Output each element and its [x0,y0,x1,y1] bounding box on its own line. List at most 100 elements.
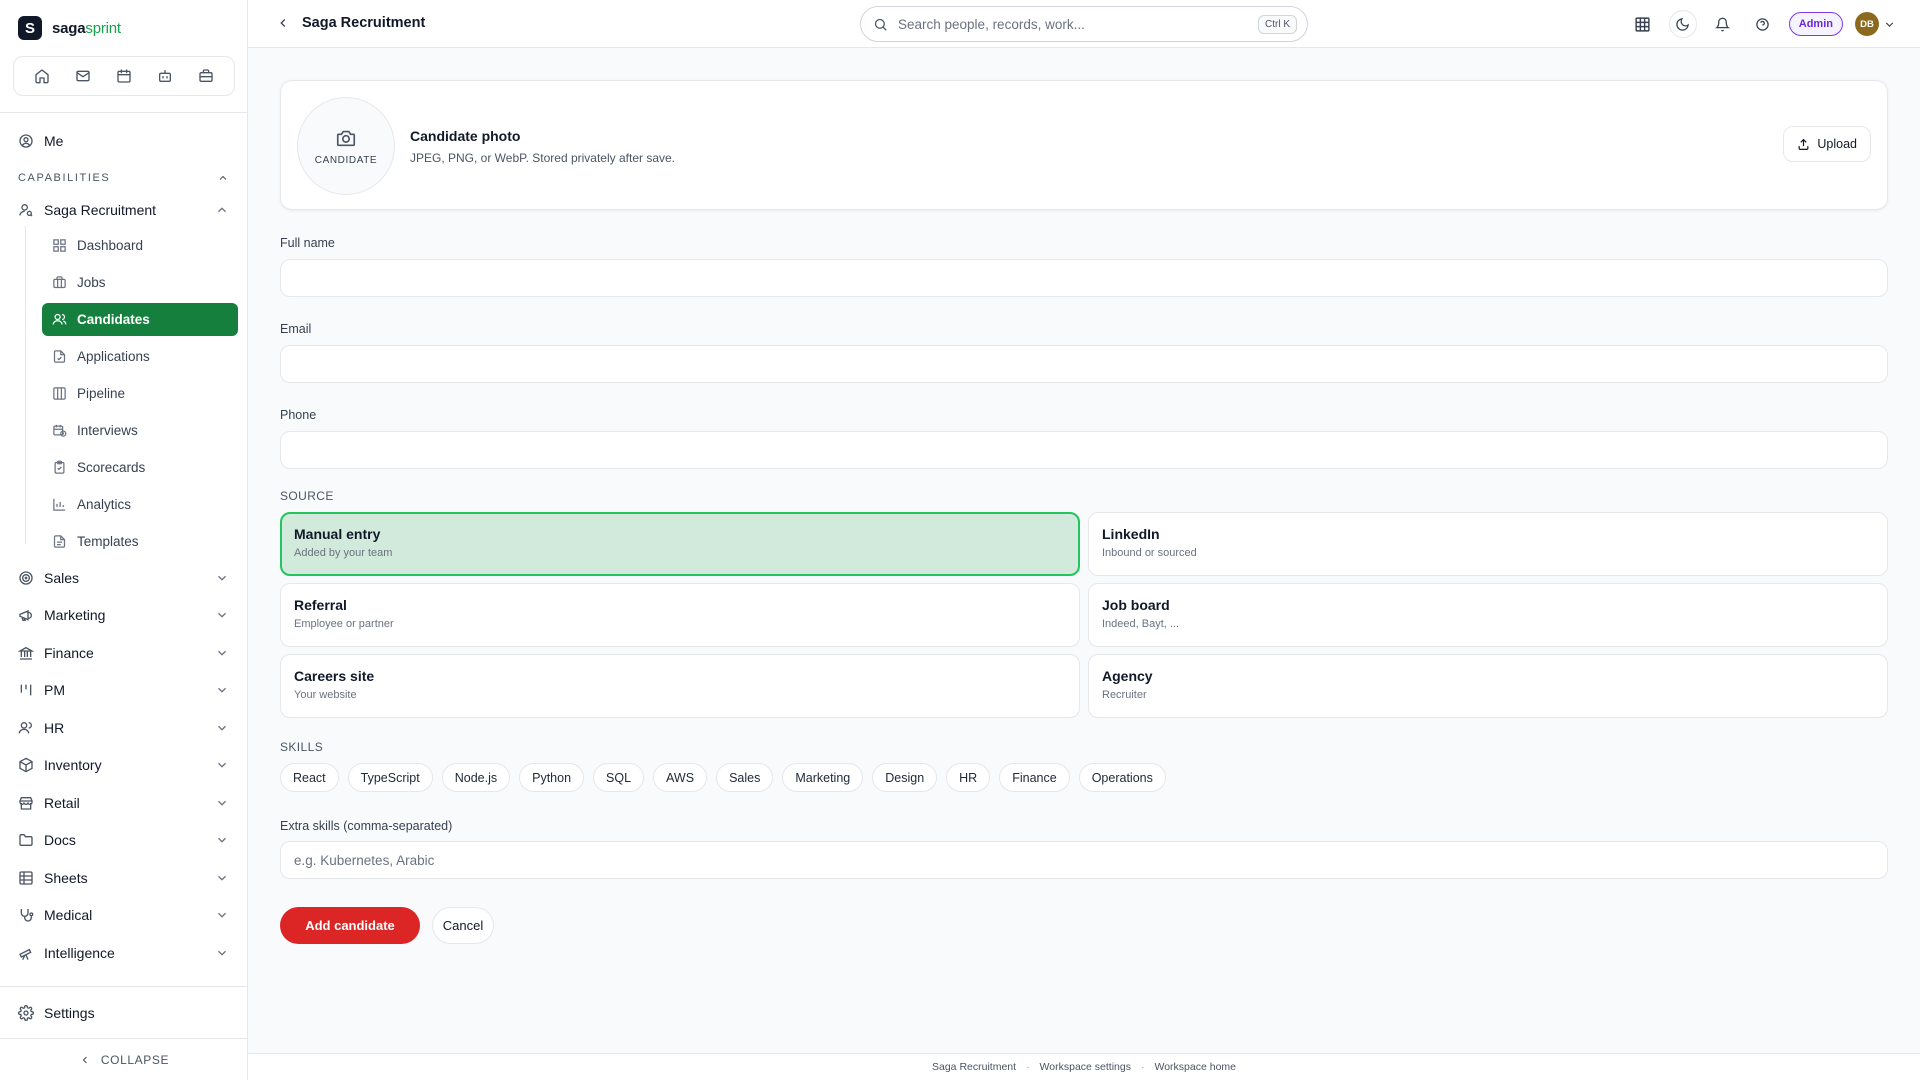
chevron-left-icon[interactable] [276,16,290,30]
subnav-applications[interactable]: Applications [42,340,238,373]
skill-chip[interactable]: Marketing [782,763,864,792]
nav-settings-label: Settings [44,1005,95,1021]
clipboard-icon [54,460,65,474]
nav-pm[interactable]: PM [18,676,229,704]
subnav-pipeline[interactable]: Pipeline [42,377,238,410]
skill-chip[interactable]: AWS [653,763,708,792]
nav-inventory[interactable]: Inventory [18,751,229,779]
subnav-candidates[interactable]: Candidates [42,303,238,336]
nav-saga-recruitment[interactable]: Saga Recruitment [18,196,229,224]
search-shortcut: Ctrl K [1258,14,1297,34]
user-menu[interactable]: DB [1855,12,1896,36]
folder-icon [19,834,33,846]
phone-field[interactable] [280,431,1888,469]
skill-chip[interactable]: Sales [716,763,774,792]
subnav-analytics[interactable]: Analytics [42,488,238,521]
nav-hr[interactable]: HR [18,714,229,742]
package-icon [19,757,33,773]
nav-sales[interactable]: Sales [18,564,229,592]
full-name-field[interactable] [280,259,1888,297]
upload-button[interactable]: Upload [1783,126,1871,162]
skill-chip[interactable]: Operations [1078,763,1166,792]
capabilities-header[interactable]: CAPABILITIES [18,170,229,186]
skill-chip[interactable]: SQL [593,763,645,792]
nav-intelligence[interactable]: Intelligence [18,939,229,967]
subnav-jobs[interactable]: Jobs [42,266,238,299]
nav-marketing[interactable]: Marketing [18,601,229,629]
nav-me[interactable]: Me [18,127,229,155]
nav-label: Intelligence [44,945,115,961]
source-title: Careers site [294,668,375,684]
subnav-templates[interactable]: Templates [42,525,238,558]
add-candidate-button[interactable]: Add candidate [280,907,420,944]
subnav-scorecards[interactable]: Scorecards [42,451,238,484]
skill-chip[interactable]: Finance [999,763,1070,792]
help-button[interactable] [1749,10,1777,38]
bot-icon[interactable] [152,63,178,89]
megaphone-icon [19,610,33,621]
nav-label: Inventory [44,757,102,773]
source-option-linkedin[interactable]: LinkedIn Inbound or sourced [1088,512,1888,576]
brand-logo: S [18,16,42,40]
source-option-referral[interactable]: Referral Employee or partner [280,583,1080,647]
footer-link-workspace-home[interactable]: Workspace home [1154,1061,1236,1073]
photo-caption: CANDIDATE [314,154,378,166]
skill-chip[interactable]: Design [872,763,938,792]
subnav-label: Scorecards [77,460,146,475]
nav-me-label: Me [44,133,64,149]
photo-placeholder[interactable]: CANDIDATE [297,97,395,195]
skill-chip[interactable]: TypeScript [347,763,433,792]
collapse-button[interactable]: COLLAPSE [0,1048,248,1072]
skill-chip[interactable]: Python [519,763,585,792]
target-icon [19,571,33,585]
footer-separator: · [1026,1061,1030,1073]
collapse-label: COLLAPSE [100,1053,170,1067]
nav-settings[interactable]: Settings [18,999,229,1027]
nav-sheets[interactable]: Sheets [18,864,229,892]
extra-skills-field[interactable] [280,841,1888,879]
source-option-manual-entry[interactable]: Manual entry Added by your team [280,512,1080,576]
nav-retail[interactable]: Retail [18,789,229,817]
skill-chip[interactable]: Node.js [441,763,511,792]
chevron-down-icon [218,762,226,768]
nav-label: Marketing [44,607,106,623]
footer-link-saga-recruitment[interactable]: Saga Recruitment [932,1061,1016,1073]
nav-medical[interactable]: Medical [18,901,229,929]
search-input[interactable] [898,16,1248,32]
skill-chip[interactable]: React [280,763,339,792]
source-option-agency[interactable]: Agency Recruiter [1088,654,1888,718]
subnav-label: Dashboard [77,238,144,253]
nav-docs[interactable]: Docs [18,826,229,854]
skills-chip-list: React TypeScript Node.js Python SQL AWS … [280,763,1166,792]
briefcase-icon[interactable] [193,63,219,89]
calendar-icon[interactable] [111,63,137,89]
subnav-dashboard[interactable]: Dashboard [42,229,238,262]
admin-badge[interactable]: Admin [1788,12,1843,36]
source-title: Job board [1102,597,1170,613]
home-icon[interactable] [29,63,55,89]
mail-icon[interactable] [70,63,96,89]
theme-toggle-button[interactable] [1668,10,1697,38]
sidebar-divider [0,1038,247,1039]
briefcase-icon [53,276,66,289]
source-option-careers-site[interactable]: Careers site Your website [280,654,1080,718]
footer-link-workspace-settings[interactable]: Workspace settings [1040,1061,1131,1073]
subnav-interviews[interactable]: Interviews [42,414,238,447]
topbar-actions: Admin DB [1629,10,1896,38]
cancel-button[interactable]: Cancel [432,907,494,944]
notifications-button[interactable] [1709,10,1737,38]
source-option-job-board[interactable]: Job board Indeed, Bayt, ... [1088,583,1888,647]
skill-chip[interactable]: HR [946,763,991,792]
nav-finance[interactable]: Finance [18,639,229,667]
email-field[interactable] [280,345,1888,383]
chevron-down-icon [218,650,226,656]
sidebar-divider [0,112,247,113]
source-desc: Employee or partner [294,618,394,630]
kanban-icon [20,684,32,696]
brand[interactable]: S sagasprint [18,16,121,40]
bar-chart-icon [53,498,66,511]
chevron-down-icon [218,912,226,918]
apps-grid-button[interactable] [1629,10,1657,38]
subnav-label: Interviews [77,423,138,438]
global-search[interactable]: Ctrl K [860,6,1308,42]
